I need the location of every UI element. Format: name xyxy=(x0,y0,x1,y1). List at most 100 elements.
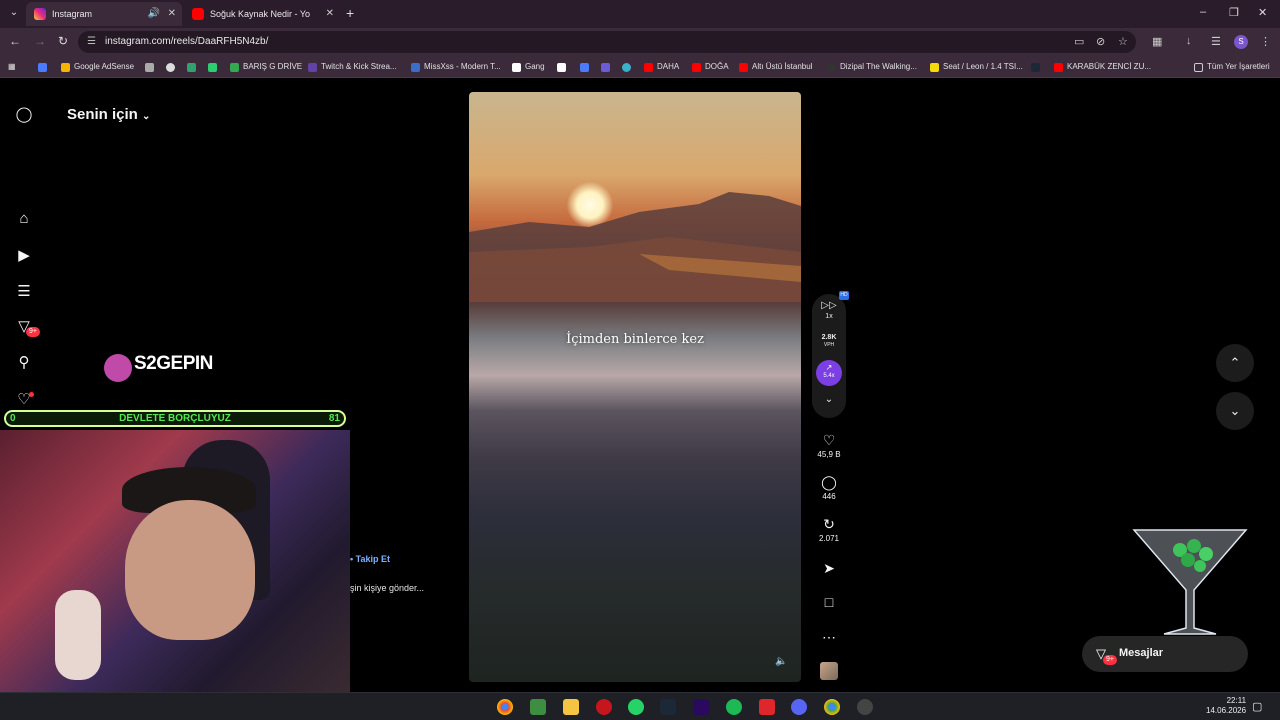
vph-label: VPH xyxy=(823,342,835,348)
close-tab-icon[interactable]: ✕ xyxy=(168,2,176,26)
star-icon[interactable]: ☆ xyxy=(1118,35,1128,48)
youtube-icon xyxy=(192,8,204,20)
mountain-image xyxy=(469,192,801,302)
bookmark-twitch[interactable]: Twitch & Kick Strea... xyxy=(308,60,397,74)
notification-icon[interactable]: ▢ xyxy=(1252,700,1262,713)
cocktail-glass-overlay xyxy=(1132,529,1248,635)
site-info-icon[interactable]: ☰ xyxy=(87,31,96,53)
chevron-up-icon: ⌃ xyxy=(1229,355,1241,370)
audio-thumbnail[interactable] xyxy=(820,662,838,680)
send-icon: ➤ xyxy=(823,560,835,576)
media-icon[interactable]: ☰ xyxy=(1211,35,1221,48)
forward-icon[interactable]: → xyxy=(34,34,46,48)
restore-icon[interactable]: ❐ xyxy=(1229,6,1239,19)
cast-icon[interactable]: ▭ xyxy=(1074,35,1084,48)
bookmark-icon: □ xyxy=(824,594,834,610)
notification-dot xyxy=(29,392,34,397)
clock-time: 22:11 xyxy=(1226,696,1247,705)
chrome-profile-icon[interactable] xyxy=(824,699,840,715)
chevron-down-icon[interactable]: ⌄ xyxy=(812,394,846,405)
bookmark-karabuk[interactable]: KARABÜK ZENCİ ZU... xyxy=(1054,60,1151,74)
instagram-logo-icon[interactable]: ◯ xyxy=(15,106,33,124)
tab-search-icon[interactable]: ⌄ xyxy=(6,5,22,21)
repost-count: 2.071 xyxy=(818,534,840,543)
premiere-icon[interactable] xyxy=(693,699,709,715)
list-icon[interactable]: ☰ xyxy=(15,283,33,301)
speaker-icon[interactable]: 🔊 xyxy=(148,2,160,26)
goal-max: 81 xyxy=(328,413,340,424)
trend-button[interactable]: ↗ 5.4x xyxy=(816,360,842,386)
download-icon[interactable]: ↓ xyxy=(1186,35,1192,47)
bookmark-seat[interactable]: Seat / Leon / 1.4 TSI... xyxy=(930,60,1023,74)
back-icon[interactable]: ← xyxy=(9,34,21,48)
trend-icon: ↗ xyxy=(825,363,833,372)
menu-icon[interactable]: ⋮ xyxy=(1260,35,1271,48)
more-button[interactable]: ⋯ xyxy=(812,629,846,645)
reload-icon[interactable]: ↻ xyxy=(58,34,68,48)
bookmark-dizipal[interactable]: Dizipal The Walking... xyxy=(827,60,917,74)
speed-value: 1x xyxy=(825,313,833,320)
like-button[interactable]: ♡ 45,9 B xyxy=(812,432,846,459)
comment-button[interactable]: ◯ 446 xyxy=(812,474,846,501)
reel-caption: İçimden binlerce kez xyxy=(566,332,704,347)
chrome-icon[interactable] xyxy=(497,699,513,715)
minecraft-icon[interactable] xyxy=(530,699,546,715)
spotify-icon[interactable] xyxy=(726,699,742,715)
trend-value: 5.4x xyxy=(823,373,835,379)
goal-label: DEVLETE BORÇLUYUZ xyxy=(119,413,231,424)
clock[interactable]: 22:11 14.06.2026 xyxy=(1206,696,1246,716)
bookmark-gang[interactable]: Gang xyxy=(512,60,545,74)
steam-icon[interactable] xyxy=(660,699,676,715)
feed-selector[interactable]: Senin için ⌄ xyxy=(67,106,150,123)
new-tab-button[interactable]: + xyxy=(346,5,354,21)
obs-icon[interactable] xyxy=(857,699,873,715)
folder-icon[interactable] xyxy=(563,699,579,715)
messages-button[interactable]: ▽ 9+ Mesajlar xyxy=(1082,636,1248,672)
messages-badge: 9+ xyxy=(1103,655,1117,665)
repost-button[interactable]: ↻ 2.071 xyxy=(812,516,846,543)
opera-icon[interactable] xyxy=(596,699,612,715)
url-text: instagram.com/reels/DaaRFH5N4zb/ xyxy=(105,36,269,47)
next-reel-button[interactable]: ⌄ xyxy=(1216,392,1254,430)
save-button[interactable]: □ xyxy=(812,594,846,610)
share-button[interactable]: ➤ xyxy=(812,560,846,576)
bookmark-daha[interactable]: DAHA xyxy=(644,60,679,74)
comment-icon: ◯ xyxy=(821,474,837,490)
fast-forward-icon[interactable]: ▷▷ xyxy=(812,300,846,311)
previous-reel-button[interactable]: ⌃ xyxy=(1216,344,1254,382)
close-tab-icon[interactable]: ✕ xyxy=(326,2,334,26)
streamer-logo: S2GEPIN xyxy=(134,353,213,374)
heart-icon: ♡ xyxy=(822,432,836,448)
bookmark-drive[interactable]: BARIŞ G DRİVE xyxy=(230,60,302,74)
eye-off-icon[interactable]: ⊘ xyxy=(1096,35,1105,48)
search-icon[interactable]: ⚲ xyxy=(15,354,33,372)
tab-strip: ⌄ Instagram 🔊 ✕ Soğuk Kaynak Nedir - You… xyxy=(0,0,1280,28)
bookmark-doga[interactable]: DOĞA xyxy=(692,60,729,74)
apps-icon[interactable]: ▦ xyxy=(8,60,16,74)
discord-icon[interactable] xyxy=(791,699,807,715)
extensions-icon[interactable]: ▦ xyxy=(1152,35,1162,48)
like-count: 45,9 B xyxy=(817,450,841,459)
close-window-icon[interactable]: ✕ xyxy=(1258,6,1267,19)
profile-avatar[interactable]: S xyxy=(1234,35,1248,49)
volume-icon[interactable]: 🔈 xyxy=(775,656,787,667)
reels-icon[interactable]: ▶ xyxy=(15,247,33,265)
address-input[interactable]: ☰ instagram.com/reels/DaaRFH5N4zb/ xyxy=(78,31,1136,53)
follow-link[interactable]: • Takip Et xyxy=(350,554,390,564)
tab-youtube[interactable]: Soğuk Kaynak Nedir - YouTube ✕ xyxy=(184,2,340,26)
instagram-icon xyxy=(34,8,46,20)
tab-instagram[interactable]: Instagram 🔊 ✕ xyxy=(26,2,182,26)
bookmark-missxss[interactable]: MissXss - Modern T... xyxy=(411,60,501,74)
bookmark-altiustu[interactable]: Altı Üstü İstanbul xyxy=(739,60,812,74)
all-bookmarks[interactable]: Tüm Yer İşaretleri xyxy=(1194,60,1270,74)
app-icon[interactable] xyxy=(759,699,775,715)
bookmark-adsense[interactable]: Google AdSense xyxy=(61,60,134,74)
whatsapp-icon[interactable] xyxy=(628,699,644,715)
home-icon[interactable]: ⌂ xyxy=(15,210,33,228)
chevron-down-icon: ⌄ xyxy=(142,111,151,122)
reel-video[interactable]: İçimden binlerce kez 🔈 xyxy=(469,92,801,682)
s2gepin-logo-icon xyxy=(104,354,132,382)
minimize-icon[interactable]: – xyxy=(1200,6,1206,18)
goal-bar: 0 DEVLETE BORÇLUYUZ 81 xyxy=(4,410,346,427)
repost-icon: ↻ xyxy=(823,516,835,532)
